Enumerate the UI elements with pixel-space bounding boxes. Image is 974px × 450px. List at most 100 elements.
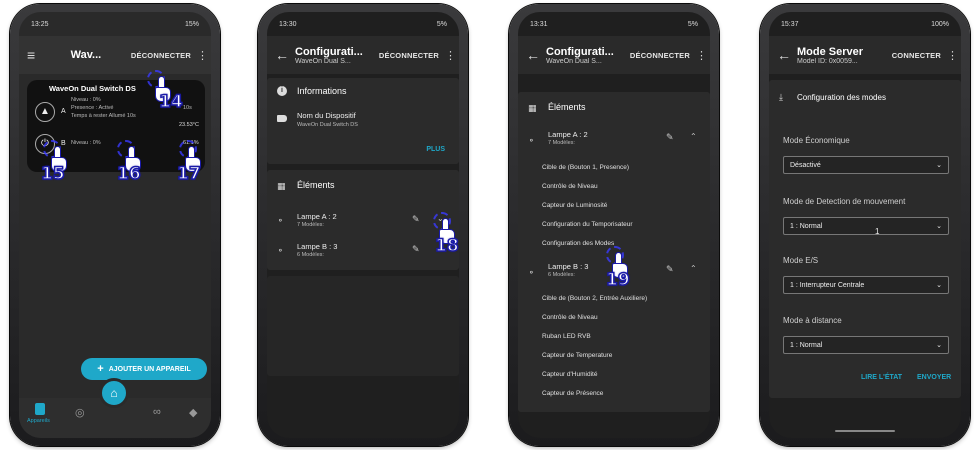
lamp-a-model[interactable]: Configuration des Modes [542, 240, 614, 247]
edit-lamp-b-icon[interactable]: ✎ [412, 244, 420, 255]
io-mode-select[interactable]: 1 : Interrupteur Centrale ⌄ [783, 276, 949, 294]
temperature-value: 23.53°C [179, 122, 199, 128]
collapse-lamp-b-icon[interactable]: ⌃ [690, 264, 697, 273]
grid-icon: ▦ [277, 181, 286, 191]
eco-mode-select[interactable]: Désactivé ⌄ [783, 156, 949, 174]
page-subtitle: Model ID: 0x0059... [797, 57, 858, 65]
add-device-button[interactable]: + AJOUTER UN APPAREIL [81, 358, 207, 380]
channel-a-timer: Temps à rester Allumé 10s [71, 113, 136, 119]
remote-mode-value: 1 : Normal [790, 341, 823, 349]
informations-heading: Informations [297, 86, 347, 96]
field-label: Mode Économique [783, 136, 850, 145]
battery-level: 100% [931, 20, 949, 28]
lamp-b-model[interactable]: Cible de (Bouton 2, Entrée Auxiliere) [542, 295, 647, 302]
channel-a-letter: A [61, 108, 66, 115]
lamp-b-model[interactable]: Capteur d'Humidité [542, 371, 597, 378]
disconnect-button[interactable]: DÉCONNECTER [131, 51, 191, 60]
more-button[interactable]: PLUS [426, 146, 445, 153]
lamp-a-icon: ⚬ [277, 216, 284, 225]
lamp-b-model[interactable]: Capteur de Temperature [542, 352, 612, 359]
home-indicator [835, 430, 895, 432]
edit-lamp-a-icon[interactable]: ✎ [412, 214, 420, 225]
nav-dashboard-icon[interactable]: ◎ [75, 406, 85, 419]
phone-1: 13:25 15% ≡ Wav... DÉCONNECTER ⋮ WaveOn … [10, 4, 220, 446]
back-arrow-icon[interactable]: ← [777, 47, 791, 63]
battery-level: 5% [436, 20, 447, 28]
device-name-label: Nom du Dispositif [297, 111, 356, 120]
disconnect-button[interactable]: DÉCONNECTER [379, 51, 439, 60]
lamp-b-model[interactable]: Contrôle de Niveau [542, 314, 598, 321]
channel-a-level: Niveau : 0% [71, 97, 101, 103]
lamp-b-model[interactable]: Capteur de Présence [542, 390, 603, 397]
battery-level: 15% [184, 20, 199, 28]
callout-16: 16 [116, 163, 141, 185]
menu-icon[interactable]: ≡ [27, 47, 41, 63]
motion-mode-select[interactable]: 1 : Normal ⌄ [783, 217, 949, 235]
screen-mode-server: 15:37 100% ← Mode Server Model ID: 0x0059… [769, 12, 961, 438]
more-vert-icon[interactable]: ⋮ [445, 49, 456, 62]
lamp-a-subtitle: 7 Modèles: [548, 140, 575, 146]
lamp-b-icon: ⚬ [528, 268, 535, 277]
app-bar: ← Mode Server Model ID: 0x0059... CONNECT… [769, 36, 961, 74]
app-bar: ← Configurati... WaveOn Dual S... DÉCONNE… [267, 36, 459, 74]
lamp-a-icon[interactable]: ▲ [35, 102, 55, 122]
lamp-a-model[interactable]: Contrôle de Niveau [542, 183, 598, 190]
empty-panel [267, 276, 459, 376]
status-time: 13:31 [530, 20, 548, 28]
screen-devices: 13:25 15% ≡ Wav... DÉCONNECTER ⋮ WaveOn … [19, 12, 211, 438]
page-title: Configurati... [295, 45, 363, 58]
modes-card: ⤓ Configuration des modes Mode Économiqu… [769, 80, 961, 398]
eco-mode-value: Désactivé [790, 161, 821, 169]
more-vert-icon[interactable]: ⋮ [947, 49, 958, 62]
lamp-b-subtitle: 6 Modèles: [548, 272, 575, 278]
page-title: Mode Server [797, 45, 864, 58]
connect-button[interactable]: CONNECTER [892, 51, 941, 60]
nav-link-icon[interactable]: ∞ [153, 406, 161, 418]
screen-elements: 13:31 5% ← Configurati... WaveOn Dual S..… [518, 12, 710, 438]
status-time: 13:30 [279, 20, 297, 28]
send-button[interactable]: ENVOYER [917, 374, 951, 381]
label-icon [277, 115, 287, 122]
plus-icon: + [97, 363, 104, 375]
lamp-b-icon: ⚬ [277, 246, 284, 255]
device-name-value: WaveOn Dual Switch DS [297, 122, 358, 128]
status-time: 13:25 [31, 20, 49, 28]
lamp-a-title: Lampe A : 2 [548, 130, 588, 139]
grid-icon: ▦ [528, 103, 537, 113]
back-arrow-icon[interactable]: ← [526, 47, 540, 63]
edit-lamp-b-icon[interactable]: ✎ [666, 264, 674, 275]
chevron-down-icon: ⌄ [936, 282, 942, 289]
callout-17: 17 [176, 163, 201, 185]
app-bar: ← Configurati... WaveOn Dual S... DÉCONNE… [518, 36, 710, 74]
battery-level: 5% [687, 20, 698, 28]
timer-value: 10s [183, 105, 192, 111]
add-device-label: AJOUTER UN APPAREIL [108, 365, 191, 373]
chevron-down-icon: ⌄ [936, 223, 942, 230]
lamp-b-model[interactable]: Ruban LED RVB [542, 333, 591, 340]
app-bar: ≡ Wav... DÉCONNECTER ⋮ [19, 36, 211, 74]
more-vert-icon[interactable]: ⋮ [696, 49, 707, 62]
disconnect-button[interactable]: DÉCONNECTER [630, 51, 690, 60]
lamp-a-subtitle: 7 Modèles: [297, 222, 324, 228]
lamp-a-model[interactable]: Capteur de Luminosité [542, 202, 607, 209]
remote-mode-select[interactable]: 1 : Normal ⌄ [783, 336, 949, 354]
read-state-button[interactable]: LIRE L'ÉTAT [861, 374, 902, 381]
back-arrow-icon[interactable]: ← [275, 47, 289, 63]
info-card: i Informations Nom du Dispositif WaveOn … [267, 78, 459, 164]
lamp-a-title: Lampe A : 2 [297, 212, 337, 221]
nav-devices-icon[interactable] [35, 403, 45, 415]
nav-shield-icon[interactable]: ◆ [189, 406, 197, 419]
lamp-a-model[interactable]: Configuration du Temporisateur [542, 221, 633, 228]
status-bar: 15:37 100% [769, 12, 961, 36]
home-fab[interactable]: ⌂ [99, 378, 129, 408]
lamp-b-title: Lampe B : 3 [548, 262, 589, 271]
more-vert-icon[interactable]: ⋮ [197, 49, 208, 62]
screen-configuration: 13:30 5% ← Configurati... WaveOn Dual S..… [267, 12, 459, 438]
download-icon: ⤓ [779, 92, 783, 102]
lamp-a-model[interactable]: Cible de (Bouton 1, Presence) [542, 164, 629, 171]
page-subtitle: WaveOn Dual S... [546, 57, 602, 65]
edit-lamp-a-icon[interactable]: ✎ [666, 132, 674, 143]
field-label: Mode à distance [783, 316, 842, 325]
collapse-lamp-a-icon[interactable]: ⌃ [690, 132, 697, 141]
status-time: 15:37 [781, 20, 799, 28]
